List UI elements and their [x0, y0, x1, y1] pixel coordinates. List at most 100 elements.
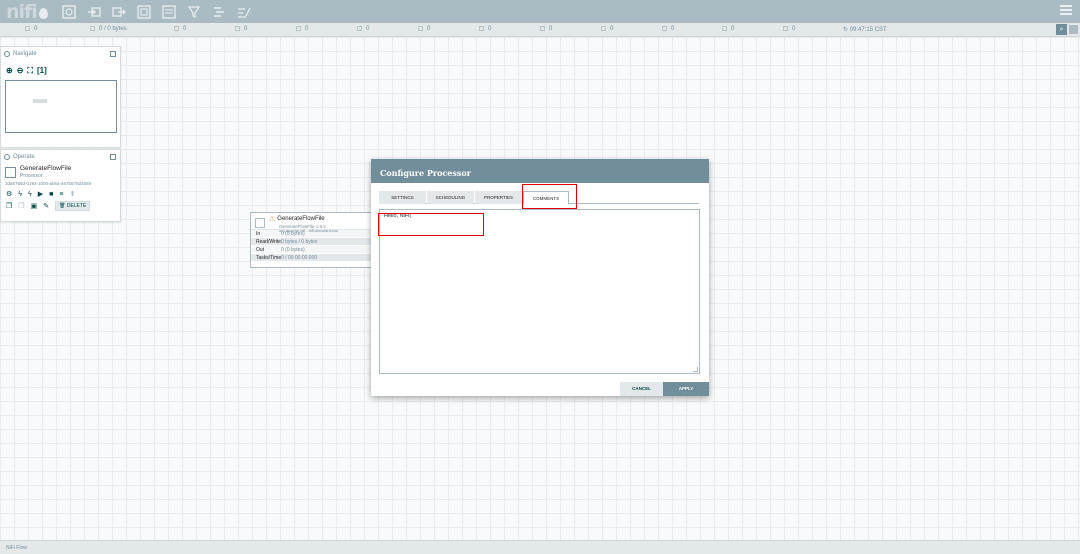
trash-icon: 🗑: [59, 203, 66, 209]
collapse-icon[interactable]: [110, 153, 116, 160]
template-icon[interactable]: [212, 5, 226, 19]
refresh-icon: ↻: [843, 27, 850, 33]
processor-icon: [5, 167, 16, 178]
up-to-date-icon: [540, 26, 545, 31]
disabled-icon: [357, 26, 362, 31]
operate-panel: Operate GenerateFlowFile Processor 3da67…: [0, 149, 121, 222]
navigate-header[interactable]: Navigate: [1, 47, 120, 60]
actual-size-icon[interactable]: [1]: [37, 66, 47, 76]
breadcrumb[interactable]: NiFi Flow: [0, 540, 1080, 554]
resize-handle[interactable]: [693, 367, 698, 372]
status-item: 0: [296, 26, 308, 32]
stats-row: Tasks/Time 0 / 00:00:00.000: [251, 254, 371, 262]
stats-row: Out 0 (0 bytes): [251, 246, 371, 254]
dialog-title: Configure Processor: [371, 159, 709, 183]
invalid-icon: [296, 26, 301, 31]
component-type: Processor: [20, 173, 43, 179]
status-item: 0: [357, 26, 369, 32]
warning-icon[interactable]: ⚠: [269, 216, 275, 224]
warning-icon: [418, 26, 423, 31]
not-transmitting-icon: [722, 26, 727, 31]
bulletin-board-icon[interactable]: [1068, 24, 1079, 35]
start-icon[interactable]: ▶: [38, 190, 43, 198]
fit-icon[interactable]: ⛶: [27, 66, 33, 76]
configure-processor-dialog: Configure Processor SETTINGS SCHEDULING …: [371, 159, 709, 396]
create-template-icon[interactable]: ≡: [59, 191, 63, 198]
birdseye-component: [33, 99, 47, 103]
status-item: 0: [662, 26, 674, 32]
navigate-panel: Navigate ⊕ ⊖ ⛶ [1]: [0, 46, 121, 148]
search-icon[interactable]: ⌕: [1056, 24, 1067, 35]
component-toolbar: [62, 4, 251, 19]
compass-icon: [4, 50, 10, 57]
operate-actions-row-2: ❐ ❐ ▣ ✎ 🗑 DELETE: [1, 198, 120, 211]
group-icon[interactable]: ▣: [31, 202, 38, 210]
collapse-icon[interactable]: [110, 50, 116, 57]
disable-icon[interactable]: ϟ: [28, 191, 32, 198]
paste-icon[interactable]: ❐: [18, 202, 24, 210]
comments-textarea[interactable]: Hello, NiFi|: [379, 209, 700, 374]
status-item: 0: [722, 26, 734, 32]
zoom-in-icon[interactable]: ⊕: [6, 66, 13, 76]
process-group-icon[interactable]: [137, 4, 151, 19]
refresh-clock[interactable]: ↻ 09:47:15 CST: [843, 26, 887, 33]
processor-name: GenerateFlowFile: [277, 216, 325, 222]
sync-failure-icon: [662, 26, 667, 31]
tab-settings[interactable]: SETTINGS: [379, 191, 426, 204]
operate-actions-row-1: ⚙ ϟ ϟ ▶ ■ ≡ ⬆: [1, 187, 120, 199]
locally-modified-icon: [479, 26, 484, 31]
processor-header: ⚠ GenerateFlowFile GenerateFlowFile 1.9.2…: [251, 213, 371, 233]
navigate-title: Navigate: [13, 50, 37, 57]
processor-icon: [255, 218, 265, 228]
stopped-icon: [235, 26, 240, 31]
hand-icon: [4, 153, 10, 160]
zoom-out-icon[interactable]: ⊖: [17, 66, 24, 76]
remote-icon: [783, 26, 788, 31]
top-toolbar: nifi: [0, 0, 1080, 23]
copy-icon[interactable]: ❐: [6, 202, 12, 210]
tab-scheduling[interactable]: SCHEDULING: [427, 191, 474, 204]
nifi-logo: nifi: [6, 1, 48, 23]
component-name: GenerateFlowFile: [20, 165, 72, 172]
queued-icon: [90, 26, 95, 31]
cancel-button[interactable]: CANCEL: [620, 382, 663, 396]
navigate-tools: ⊕ ⊖ ⛶ [1]: [1, 60, 120, 78]
status-item: 0: [418, 26, 430, 32]
global-menu-icon[interactable]: [1060, 5, 1072, 17]
apply-button[interactable]: APPLY: [663, 382, 709, 396]
input-port-icon[interactable]: [87, 5, 101, 19]
processor-component[interactable]: ⚠ GenerateFlowFile GenerateFlowFile 1.9.2…: [250, 212, 372, 268]
operate-title: Operate: [13, 153, 35, 160]
birdseye-view[interactable]: [5, 80, 117, 133]
status-bar: 0 0 / 0 bytes 0 0 0 0 0 0 0 0 0 0 0 ↻ 09…: [0, 23, 1080, 37]
processor-icon[interactable]: [62, 4, 76, 19]
status-item: 0: [479, 26, 491, 32]
status-item: 0 / 0 bytes: [90, 26, 127, 32]
status-item: 0: [540, 26, 552, 32]
tab-comments[interactable]: COMMENTS: [523, 191, 569, 205]
status-item: 0: [235, 26, 247, 32]
status-item: 0: [25, 26, 37, 32]
remote-process-group-icon[interactable]: [162, 4, 176, 19]
dialog-tabs: SETTINGS SCHEDULING PROPERTIES COMMENTS: [379, 191, 699, 205]
breadcrumb-root[interactable]: NiFi Flow: [6, 545, 27, 551]
output-port-icon[interactable]: [112, 5, 126, 19]
operate-header[interactable]: Operate: [1, 150, 120, 163]
status-item: 0: [601, 26, 613, 32]
tab-properties[interactable]: PROPERTIES: [475, 191, 522, 204]
delete-button[interactable]: 🗑 DELETE: [55, 201, 91, 211]
funnel-icon[interactable]: [187, 5, 201, 19]
processor-stats: In 0 (0 bytes) Read/Write 0 bytes / 0 byte…: [251, 230, 371, 262]
color-icon[interactable]: ✎: [43, 202, 49, 210]
configure-icon[interactable]: ⚙: [6, 190, 12, 198]
status-item: 0: [174, 26, 186, 32]
running-icon: [174, 26, 179, 31]
enable-icon[interactable]: ϟ: [18, 191, 22, 198]
upload-template-icon[interactable]: ⬆: [69, 190, 75, 198]
stale-icon: [601, 26, 606, 31]
transmitting-icon: [25, 26, 30, 31]
stop-icon[interactable]: ■: [49, 191, 53, 198]
status-item: 0: [783, 26, 795, 32]
selected-component: GenerateFlowFile Processor: [1, 163, 120, 181]
label-icon[interactable]: [237, 5, 251, 19]
